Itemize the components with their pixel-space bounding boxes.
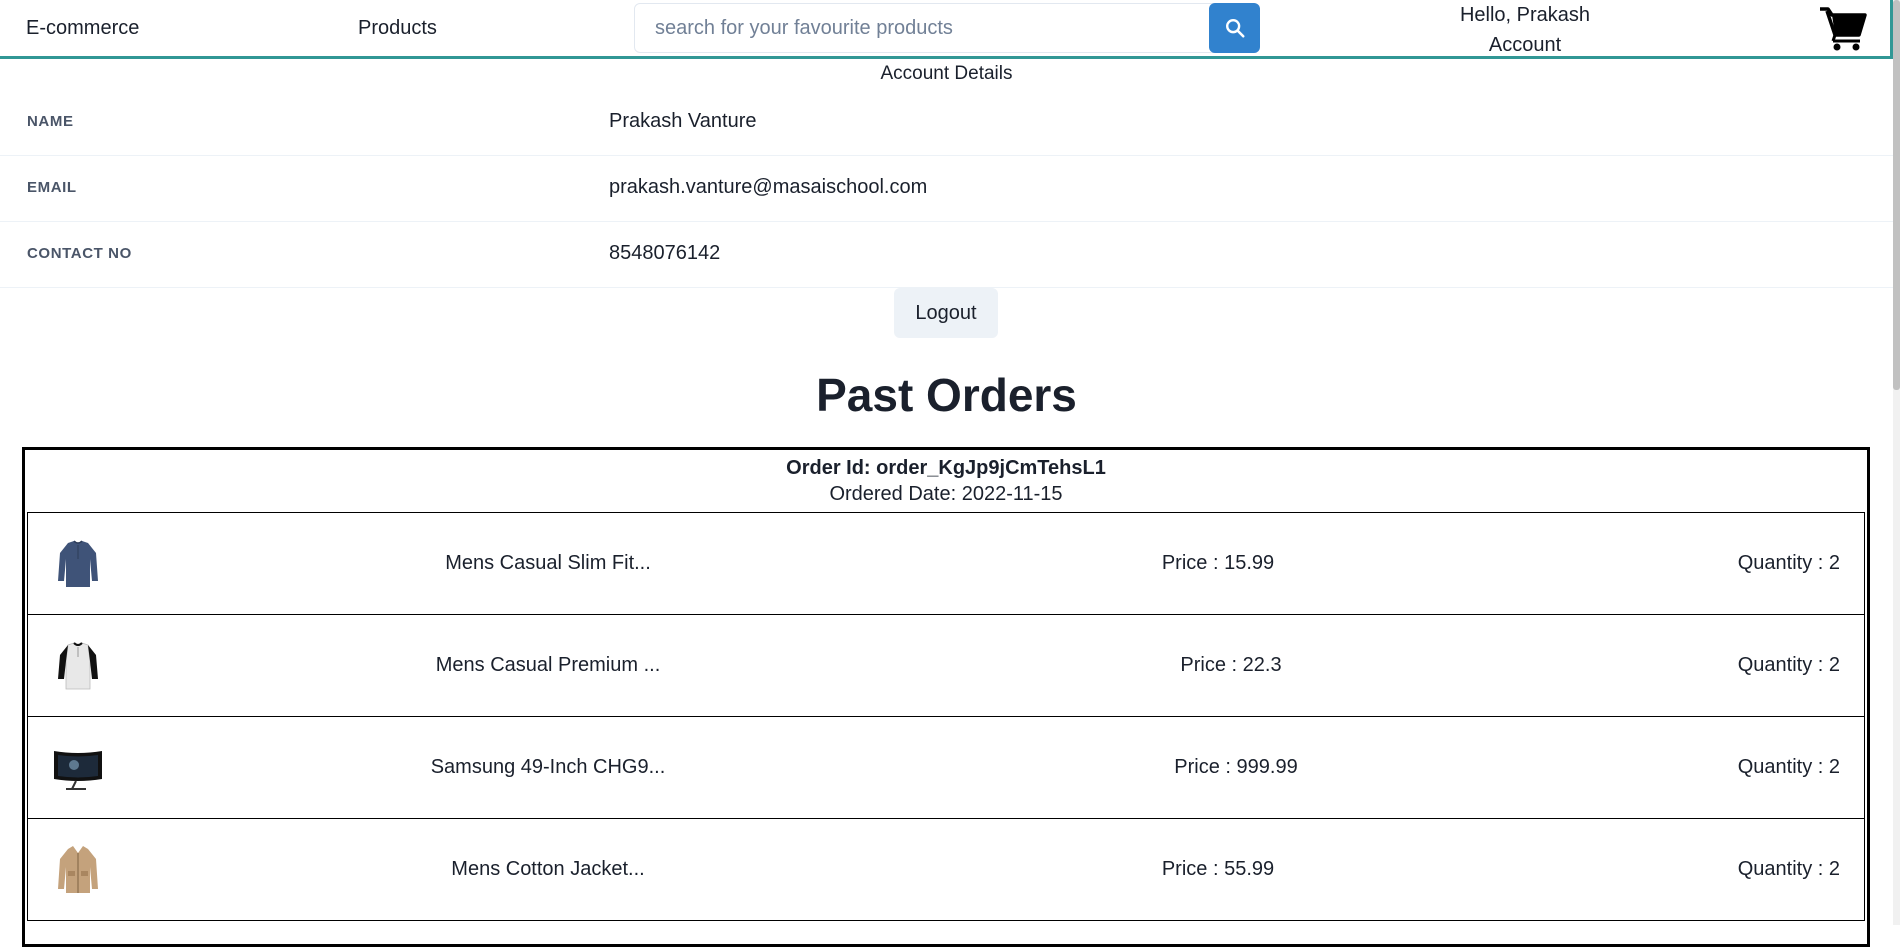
detail-row-email: EMAIL prakash.vanture@masaischool.com bbox=[0, 156, 1893, 222]
detail-value: prakash.vanture@masaischool.com bbox=[609, 176, 928, 198]
tshirt-thumbnail bbox=[58, 642, 98, 690]
item-quantity: Quantity : 2 bbox=[1737, 756, 1840, 778]
item-quantity: Quantity : 2 bbox=[1737, 552, 1840, 574]
order-items-list: Mens Casual Slim Fit... Price : 15.99 Qu… bbox=[27, 512, 1865, 921]
order-item-row: Samsung 49-Inch CHG9... Price : 999.99 Q… bbox=[27, 716, 1865, 819]
search-button[interactable] bbox=[1209, 3, 1260, 53]
detail-value: Prakash Vanture bbox=[609, 110, 757, 132]
nav-products-link[interactable]: Products bbox=[358, 17, 437, 40]
brand-logo[interactable]: E-commerce bbox=[26, 17, 139, 40]
detail-row-contact: CONTACT NO 8548076142 bbox=[0, 222, 1893, 288]
detail-label: EMAIL bbox=[27, 179, 77, 196]
cart-button[interactable] bbox=[1818, 5, 1868, 51]
detail-value: 8548076142 bbox=[609, 242, 721, 264]
item-price: Price : 55.99 bbox=[1161, 858, 1275, 880]
scrollbar-thumb[interactable] bbox=[1893, 0, 1900, 390]
order-item-row: Mens Casual Slim Fit... Price : 15.99 Qu… bbox=[27, 512, 1865, 615]
item-quantity: Quantity : 2 bbox=[1737, 654, 1840, 676]
past-orders-title: Past Orders bbox=[816, 369, 1077, 421]
order-item-row: Mens Casual Premium ... Price : 22.3 Qua… bbox=[27, 614, 1865, 717]
account-link[interactable]: Account bbox=[1400, 30, 1650, 60]
order-date: Ordered Date: 2022-11-15 bbox=[829, 483, 1063, 505]
user-greeting: Hello, Prakash bbox=[1459, 4, 1591, 26]
item-price: Price : 15.99 bbox=[1161, 552, 1275, 574]
page-scrollbar[interactable] bbox=[1893, 0, 1900, 925]
detail-label: CONTACT NO bbox=[27, 245, 132, 262]
account-details-title: Account Details bbox=[880, 63, 1013, 84]
search-bar bbox=[634, 3, 1260, 53]
detail-label: NAME bbox=[27, 113, 74, 130]
logout-button[interactable]: Logout bbox=[894, 288, 998, 338]
order-card: Order Id: order_KgJp9jCmTehsL1 Ordered D… bbox=[22, 447, 1870, 947]
navbar: E-commerce Products Hello, Prakash Accou… bbox=[0, 0, 1893, 59]
monitor-thumbnail bbox=[54, 751, 102, 790]
search-icon bbox=[1225, 19, 1245, 38]
item-quantity: Quantity : 2 bbox=[1737, 858, 1840, 880]
cart-icon bbox=[1820, 7, 1867, 51]
order-id: Order Id: order_KgJp9jCmTehsL1 bbox=[786, 457, 1106, 479]
item-price: Price : 22.3 bbox=[1180, 654, 1282, 676]
jacket-thumbnail bbox=[58, 846, 98, 893]
item-name: Mens Cotton Jacket... bbox=[451, 858, 645, 880]
item-price: Price : 999.99 bbox=[1174, 756, 1298, 778]
detail-row-name: NAME Prakash Vanture bbox=[0, 90, 1893, 156]
shirt-thumbnail bbox=[58, 540, 98, 587]
user-menu: Hello, Prakash Account bbox=[1400, 0, 1650, 60]
account-details-table: NAME Prakash Vanture EMAIL prakash.vantu… bbox=[0, 90, 1893, 288]
order-item-row: Mens Cotton Jacket... Price : 55.99 Quan… bbox=[27, 818, 1865, 921]
item-name: Mens Casual Premium ... bbox=[435, 654, 661, 676]
item-name: Samsung 49-Inch CHG9... bbox=[430, 756, 666, 778]
search-input[interactable] bbox=[634, 3, 1214, 53]
item-name: Mens Casual Slim Fit... bbox=[445, 552, 651, 574]
